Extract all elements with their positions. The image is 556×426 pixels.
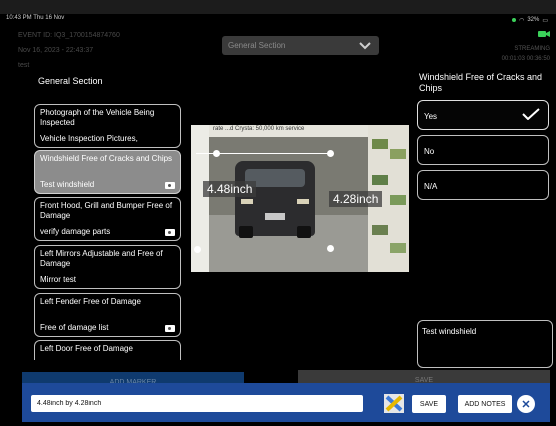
event-info: EVENT ID: IQ3_1700154874760 Nov 16, 2023… (18, 28, 120, 73)
checklist-item-sub: Mirror test (40, 275, 76, 284)
checklist-item[interactable]: Photograph of the Vehicle Being Inspecte… (34, 104, 181, 148)
top-app-band (0, 0, 556, 14)
checklist-item-sub: Test windshield (40, 180, 95, 189)
poster-thumb (372, 139, 388, 149)
checklist-item-partial[interactable]: Left Door Free of Damage (34, 340, 181, 360)
recording-dot-icon (512, 18, 517, 22)
right-panel-title: Windshield Free of Cracks and Chips (419, 72, 543, 93)
left-panel-title: General Section (38, 76, 103, 86)
car-image (235, 161, 315, 238)
poster-thumb (390, 149, 406, 159)
checklist-item[interactable]: Left Mirrors Adjustable and Free of Dama… (34, 245, 181, 289)
camera-icon[interactable] (165, 229, 175, 236)
inspection-photo[interactable]: rate ...d Crysta: 50,000 km service 4.48… (191, 125, 409, 272)
battery-icon: ▭ (542, 17, 548, 24)
checklist-item-title: Windshield Free of Cracks and Chips (40, 154, 173, 163)
checklist-item-title: Left Fender Free of Damage (40, 297, 141, 306)
save-button[interactable]: SAVE (412, 395, 446, 413)
close-icon[interactable]: ✕ (517, 395, 535, 413)
poster-thumb (372, 175, 388, 185)
poster-thumb (390, 243, 406, 253)
section-dropdown[interactable]: General Section (222, 36, 379, 55)
checklist-item-title: Front Hood, Grill and Bumper Free of Dam… (40, 201, 173, 220)
measurement-bar: SAVE ADD NOTES ✕ (22, 383, 550, 422)
photo-caption: rate ...d Crysta: 50,000 km service (209, 125, 368, 137)
option-label: No (424, 147, 435, 156)
measurement-label-width: 4.48inch (203, 181, 257, 197)
checklist-item[interactable]: Front Hood, Grill and Bumper Free of Dam… (34, 197, 181, 241)
checklist-item-sub: verify damage parts (40, 227, 111, 236)
car-plate (265, 213, 285, 220)
camera-icon[interactable] (165, 182, 175, 189)
chevron-down-icon (359, 41, 371, 49)
checklist-item-title: Photograph of the Vehicle Being Inspecte… (40, 108, 155, 127)
notes-textarea[interactable]: Test windshield (417, 320, 553, 368)
car-headlight (297, 199, 309, 204)
streaming-label: STREAMING (514, 46, 550, 52)
poster-thumb (390, 195, 406, 205)
measurement-label-height: 4.28inch (329, 191, 383, 207)
status-bar: 10:43 PM Thu 16 Nov ◠ 32% ▭ (0, 13, 556, 25)
checklist-item-title: Left Mirrors Adjustable and Free of Dama… (40, 249, 163, 268)
event-id: EVENT ID: IQ3_1700154874760 (18, 32, 120, 39)
car-headlight (241, 199, 253, 204)
measure-handle[interactable] (213, 150, 220, 157)
checklist-item-sub: Vehicle Inspection Pictures, (40, 134, 138, 143)
checklist-item-sub: Free of damage list (40, 323, 109, 332)
battery-level: 32% (527, 17, 540, 23)
checklist-item-title: Left Door Free of Damage (40, 344, 133, 353)
status-time: 10:43 PM Thu 16 Nov (6, 15, 65, 21)
checkmark-icon (522, 108, 540, 120)
option-na[interactable]: N/A (417, 170, 549, 200)
wifi-icon: ◠ (519, 17, 525, 24)
option-label: N/A (424, 182, 438, 191)
add-notes-button[interactable]: ADD NOTES (458, 395, 512, 413)
car-wheel (297, 226, 311, 238)
measure-handle[interactable] (327, 245, 334, 252)
streaming-status: STREAMING 00:01:03 00:36:50 (502, 32, 550, 64)
streaming-timer: 00:01:03 00:36:50 (501, 56, 550, 62)
status-indicators: ◠ 32% ▭ (512, 15, 548, 25)
event-date: Nov 16, 2023 - 22:43:37 (18, 47, 94, 54)
measurement-input[interactable] (31, 395, 363, 412)
option-label: Yes (424, 112, 438, 121)
camera-icon[interactable] (165, 325, 175, 332)
car-wheel (239, 226, 253, 238)
checklist-item[interactable]: Left Fender Free of Damage Free of damag… (34, 293, 181, 337)
option-no[interactable]: No (417, 135, 549, 165)
event-extra: test (18, 62, 30, 69)
measure-handle[interactable] (194, 246, 201, 253)
measure-handle[interactable] (327, 150, 334, 157)
poster-thumb (372, 225, 388, 235)
clear-measure-icon[interactable] (384, 394, 404, 413)
option-yes[interactable]: Yes (417, 100, 549, 130)
checklist-item-active[interactable]: Windshield Free of Cracks and Chips Test… (34, 150, 181, 194)
section-dropdown-value: General Section (228, 41, 286, 50)
